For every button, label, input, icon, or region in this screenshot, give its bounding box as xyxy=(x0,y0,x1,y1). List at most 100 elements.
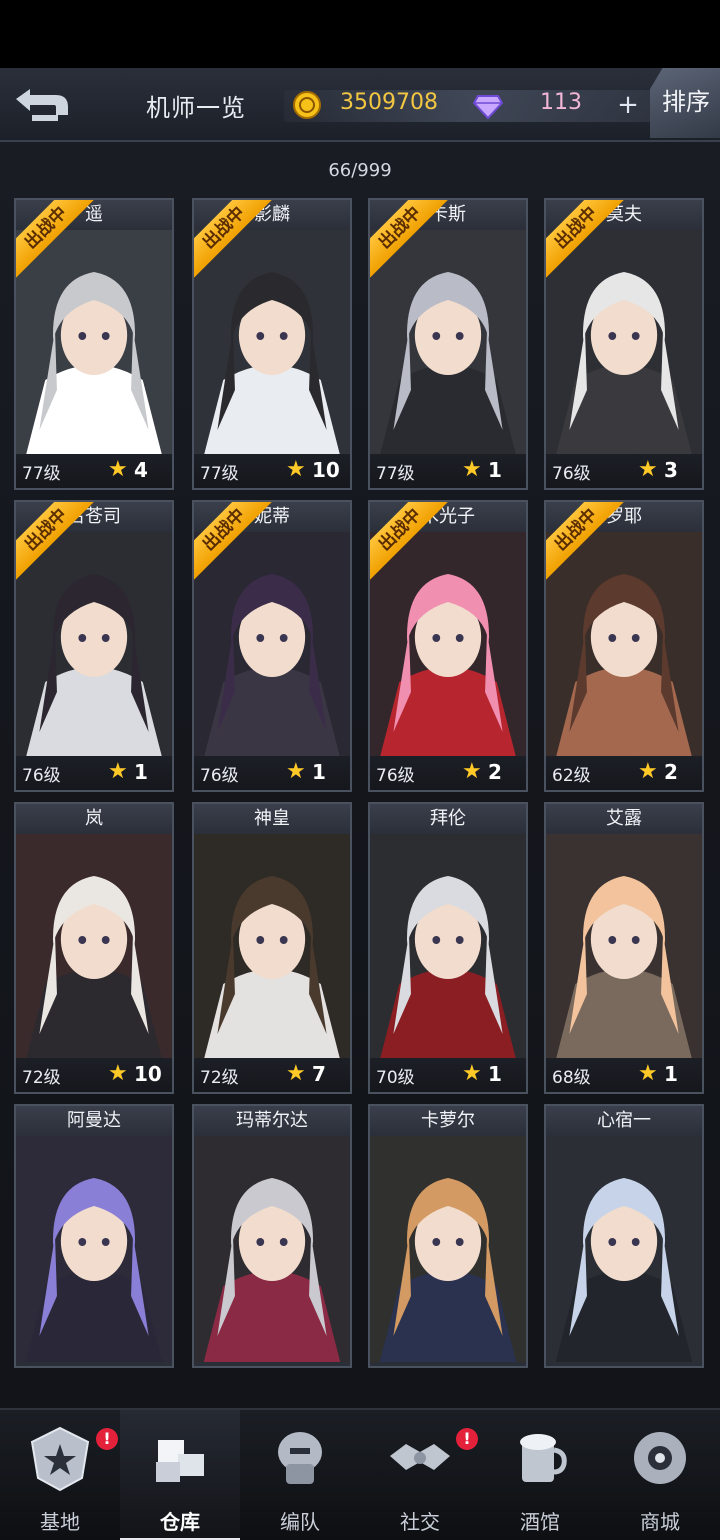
pilot-name: 神皇 xyxy=(194,804,350,834)
pilot-star-count: 1 xyxy=(488,458,502,482)
pilot-card[interactable]: 影麟 出战中 77级 ★ 10 xyxy=(192,198,352,490)
pilot-card[interactable]: 莫夫 出战中 76级 ★ 3 xyxy=(544,198,704,490)
star-icon: ★ xyxy=(286,759,306,784)
pilot-info-bar: 77级 ★ 4 xyxy=(16,454,172,488)
pilot-card[interactable]: 卡萝尔 xyxy=(368,1104,528,1368)
tavern-icon xyxy=(520,1434,567,1482)
pilot-portrait xyxy=(194,230,350,456)
app-screen: 机师一览 3509708 113 + 排序 66/999 遥出战中 77级 ★ 4 影麟… xyxy=(0,68,720,1540)
pilot-portrait xyxy=(546,532,702,758)
star-icon: ★ xyxy=(462,457,482,482)
pilot-level: 76级 xyxy=(22,766,61,786)
star-icon: ★ xyxy=(638,457,658,482)
pilot-level: 76级 xyxy=(200,766,239,786)
pilot-count: 66/999 xyxy=(328,160,392,181)
pilot-level: 72级 xyxy=(22,1068,61,1088)
pilot-card[interactable]: 阿曼达 xyxy=(14,1104,174,1368)
pilot-info-bar: 76级 ★ 2 xyxy=(370,756,526,790)
top-bar: 机师一览 3509708 113 + 排序 xyxy=(0,68,720,142)
formation-icon xyxy=(278,1432,322,1484)
nav-item[interactable]: 商城 xyxy=(600,1410,720,1540)
pilot-name: 卡萝尔 xyxy=(370,1106,526,1136)
pilot-name: 拜伦 xyxy=(370,804,526,834)
pilot-portrait xyxy=(16,230,172,456)
pilot-level: 76级 xyxy=(552,464,591,484)
sort-label: 排序 xyxy=(662,88,710,116)
nav-label: 仓库 xyxy=(160,1510,200,1534)
nav-item[interactable]: 基地! xyxy=(0,1410,120,1540)
nav-item[interactable]: 编队 xyxy=(240,1410,360,1540)
pilot-info-bar: 70级 ★ 1 xyxy=(370,1058,526,1092)
base-icon xyxy=(30,1426,90,1492)
pilot-card[interactable]: 木光子 出战中 76级 ★ 2 xyxy=(368,500,528,792)
nav-label: 基地 xyxy=(40,1510,80,1534)
star-icon: ★ xyxy=(108,457,128,482)
back-arrow-icon xyxy=(16,89,68,121)
star-icon: ★ xyxy=(286,457,306,482)
pilot-star-count: 10 xyxy=(312,458,340,482)
pilot-star-count: 3 xyxy=(664,458,678,482)
bottom-nav: 基地! 仓库 编队 社交! 酒馆 商城 xyxy=(0,1408,720,1540)
pilot-portrait xyxy=(370,1136,526,1362)
pilot-info-bar: 68级 ★ 1 xyxy=(546,1058,702,1092)
pilot-card[interactable]: 遥出战中 77级 ★ 4 xyxy=(14,198,174,490)
pilot-star-count: 1 xyxy=(134,760,148,784)
pilot-name: 艾露 xyxy=(546,804,702,834)
sort-button[interactable]: 排序 xyxy=(650,68,720,138)
pilot-card[interactable]: 妮蒂 出战中 76级 ★ 1 xyxy=(192,500,352,792)
pilot-card[interactable]: 拜伦 70级 ★ 1 xyxy=(368,802,528,1094)
alert-badge: ! xyxy=(96,1428,118,1450)
page-title: 机师一览 xyxy=(146,94,246,122)
pilot-card[interactable]: 艾露 68级 ★ 1 xyxy=(544,802,704,1094)
pilot-card[interactable]: 心宿一 xyxy=(544,1104,704,1368)
pilot-name: 心宿一 xyxy=(546,1106,702,1136)
nav-item[interactable]: 仓库 xyxy=(120,1410,240,1540)
star-icon: ★ xyxy=(108,759,128,784)
pilot-portrait xyxy=(546,1136,702,1362)
back-button[interactable] xyxy=(6,78,78,132)
pilot-card[interactable]: 名苍司 出战中 76级 ★ 1 xyxy=(14,500,174,792)
pilot-level: 77级 xyxy=(22,464,61,484)
pilot-portrait xyxy=(16,834,172,1060)
pilot-portrait xyxy=(546,834,702,1060)
pilot-star-count: 7 xyxy=(312,1062,326,1086)
pilot-card[interactable]: 卡斯 出战中 77级 ★ 1 xyxy=(368,198,528,490)
pilot-level: 77级 xyxy=(376,464,415,484)
warehouse-icon xyxy=(156,1440,204,1482)
pilot-star-count: 1 xyxy=(312,760,326,784)
pilot-info-bar: 77级 ★ 1 xyxy=(370,454,526,488)
nav-item[interactable]: 社交! xyxy=(360,1410,480,1540)
pilot-portrait xyxy=(370,834,526,1060)
pilot-star-count: 4 xyxy=(134,458,148,482)
nav-label: 酒馆 xyxy=(520,1510,560,1534)
nav-item[interactable]: 酒馆 xyxy=(480,1410,600,1540)
add-gems-button[interactable]: + xyxy=(614,92,642,120)
pilot-card[interactable]: 岚 72级 ★ 10 xyxy=(14,802,174,1094)
pilot-info-bar: 62级 ★ 2 xyxy=(546,756,702,790)
pilot-star-count: 2 xyxy=(664,760,678,784)
pilot-level: 68级 xyxy=(552,1068,591,1088)
pilot-card[interactable]: 罗耶 出战中 62级 ★ 2 xyxy=(544,500,704,792)
star-icon: ★ xyxy=(638,759,658,784)
pilot-star-count: 2 xyxy=(488,760,502,784)
pilot-info-bar: 76级 ★ 1 xyxy=(194,756,350,790)
star-icon: ★ xyxy=(286,1061,306,1086)
pilot-level: 62级 xyxy=(552,766,591,786)
pilot-info-bar: 72级 ★ 7 xyxy=(194,1058,350,1092)
pilot-info-bar: 76级 ★ 3 xyxy=(546,454,702,488)
pilot-card[interactable]: 玛蒂尔达 xyxy=(192,1104,352,1368)
pilot-card[interactable]: 神皇 72级 ★ 7 xyxy=(192,802,352,1094)
shop-icon xyxy=(634,1432,686,1484)
pilot-portrait xyxy=(194,834,350,1060)
pilot-info-bar: 77级 ★ 10 xyxy=(194,454,350,488)
pilot-star-count: 1 xyxy=(488,1062,502,1086)
coin-icon xyxy=(293,91,321,119)
pilot-name: 阿曼达 xyxy=(16,1106,172,1136)
nav-label: 社交 xyxy=(400,1510,440,1534)
pilot-info-bar: 72级 ★ 10 xyxy=(16,1058,172,1092)
coin-amount: 3509708 xyxy=(340,90,438,115)
pilot-portrait xyxy=(16,1136,172,1362)
handshake-icon xyxy=(390,1444,450,1470)
pilot-level: 77级 xyxy=(200,464,239,484)
pilot-portrait xyxy=(194,532,350,758)
